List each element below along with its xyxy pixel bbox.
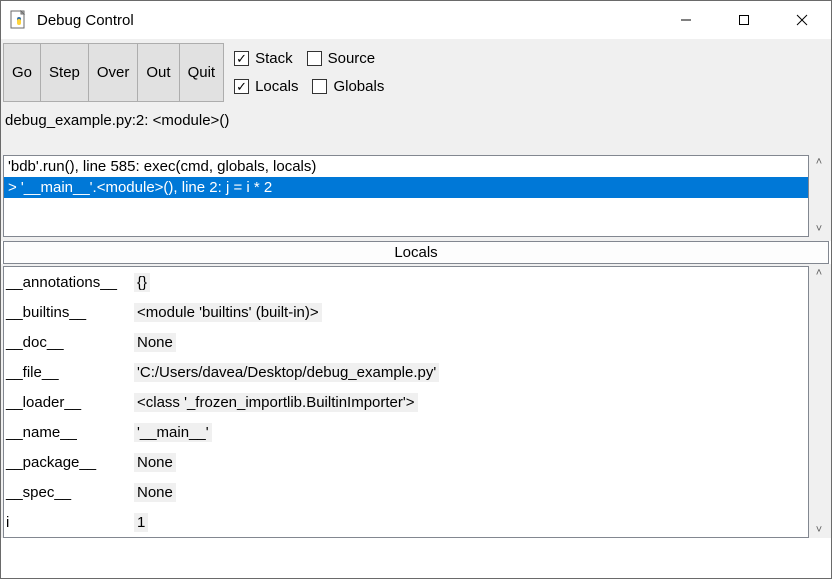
scroll-up-icon[interactable]: ˄	[809, 157, 829, 168]
step-button[interactable]: Step	[40, 43, 89, 102]
locals-value: '__main__'	[134, 423, 212, 442]
close-button[interactable]	[773, 1, 831, 39]
locals-row[interactable]: __spec__None	[4, 477, 808, 507]
window-buttons	[657, 1, 831, 39]
stack-item[interactable]: 'bdb'.run(), line 585: exec(cmd, globals…	[4, 156, 808, 177]
locals-checkbox[interactable]: ✓ Locals	[234, 78, 298, 95]
stack-panel: 'bdb'.run(), line 585: exec(cmd, globals…	[1, 155, 831, 241]
locals-label: Locals	[255, 78, 298, 95]
locals-value: None	[134, 453, 176, 472]
stack-scrollbar[interactable]: ˄ ˅	[809, 155, 829, 237]
locals-row[interactable]: __package__None	[4, 447, 808, 477]
locals-row[interactable]: __name__'__main__'	[4, 417, 808, 447]
locals-value: 'C:/Users/davea/Desktop/debug_example.py…	[134, 363, 439, 382]
locals-key: __annotations__	[4, 274, 134, 291]
locals-row[interactable]: __annotations__{}	[4, 267, 808, 297]
locals-value: None	[134, 333, 176, 352]
quit-button[interactable]: Quit	[179, 43, 225, 102]
checkbox-icon: ✓	[234, 51, 249, 66]
locals-row[interactable]: i1	[4, 507, 808, 537]
checkbox-icon	[307, 51, 322, 66]
locals-list[interactable]: __annotations__{}__builtins__<module 'bu…	[3, 266, 809, 538]
globals-checkbox[interactable]: Globals	[312, 78, 384, 95]
stack-item[interactable]: > '__main__'.<module>(), line 2: j = i *…	[4, 177, 808, 198]
debug-buttons: Go Step Over Out Quit	[1, 39, 224, 106]
stack-list[interactable]: 'bdb'.run(), line 585: exec(cmd, globals…	[3, 155, 809, 237]
stack-checkbox[interactable]: ✓ Stack	[234, 50, 293, 67]
locals-key: i	[4, 514, 134, 531]
locals-header: Locals	[3, 241, 829, 264]
toolbar-row: Go Step Over Out Quit ✓ Stack Source ✓ L…	[1, 39, 831, 106]
maximize-button[interactable]	[715, 1, 773, 39]
minimize-button[interactable]	[657, 1, 715, 39]
checkbox-icon	[312, 79, 327, 94]
locals-value: None	[134, 483, 176, 502]
python-file-icon	[9, 10, 29, 30]
over-button[interactable]: Over	[88, 43, 139, 102]
scroll-up-icon[interactable]: ˄	[809, 268, 829, 279]
scroll-down-icon[interactable]: ˅	[809, 525, 829, 536]
go-button[interactable]: Go	[3, 43, 41, 102]
locals-value: <class '_frozen_importlib.BuiltinImporte…	[134, 393, 418, 412]
locals-key: __file__	[4, 364, 134, 381]
locals-key: __name__	[4, 424, 134, 441]
locals-key: __package__	[4, 454, 134, 471]
locals-key: __spec__	[4, 484, 134, 501]
locals-row[interactable]: __doc__None	[4, 327, 808, 357]
locals-key: __doc__	[4, 334, 134, 351]
locals-panel: __annotations__{}__builtins__<module 'bu…	[1, 264, 831, 538]
debug-status: debug_example.py:2: <module>()	[1, 106, 831, 155]
source-label: Source	[328, 50, 376, 67]
source-checkbox[interactable]: Source	[307, 50, 376, 67]
locals-key: __builtins__	[4, 304, 134, 321]
scroll-down-icon[interactable]: ˅	[809, 224, 829, 235]
locals-row[interactable]: __loader__<class '_frozen_importlib.Buil…	[4, 387, 808, 417]
view-options: ✓ Stack Source ✓ Locals Globals	[224, 39, 394, 106]
locals-value: 1	[134, 513, 148, 532]
stack-label: Stack	[255, 50, 293, 67]
globals-label: Globals	[333, 78, 384, 95]
locals-row[interactable]: __file__'C:/Users/davea/Desktop/debug_ex…	[4, 357, 808, 387]
locals-scrollbar[interactable]: ˄ ˅	[809, 266, 829, 538]
locals-key: __loader__	[4, 394, 134, 411]
titlebar: Debug Control	[1, 1, 831, 39]
locals-value: <module 'builtins' (built-in)>	[134, 303, 322, 322]
locals-row[interactable]: __builtins__<module 'builtins' (built-in…	[4, 297, 808, 327]
locals-value: {}	[134, 273, 150, 292]
window-title: Debug Control	[37, 12, 657, 29]
checkbox-icon: ✓	[234, 79, 249, 94]
out-button[interactable]: Out	[137, 43, 179, 102]
